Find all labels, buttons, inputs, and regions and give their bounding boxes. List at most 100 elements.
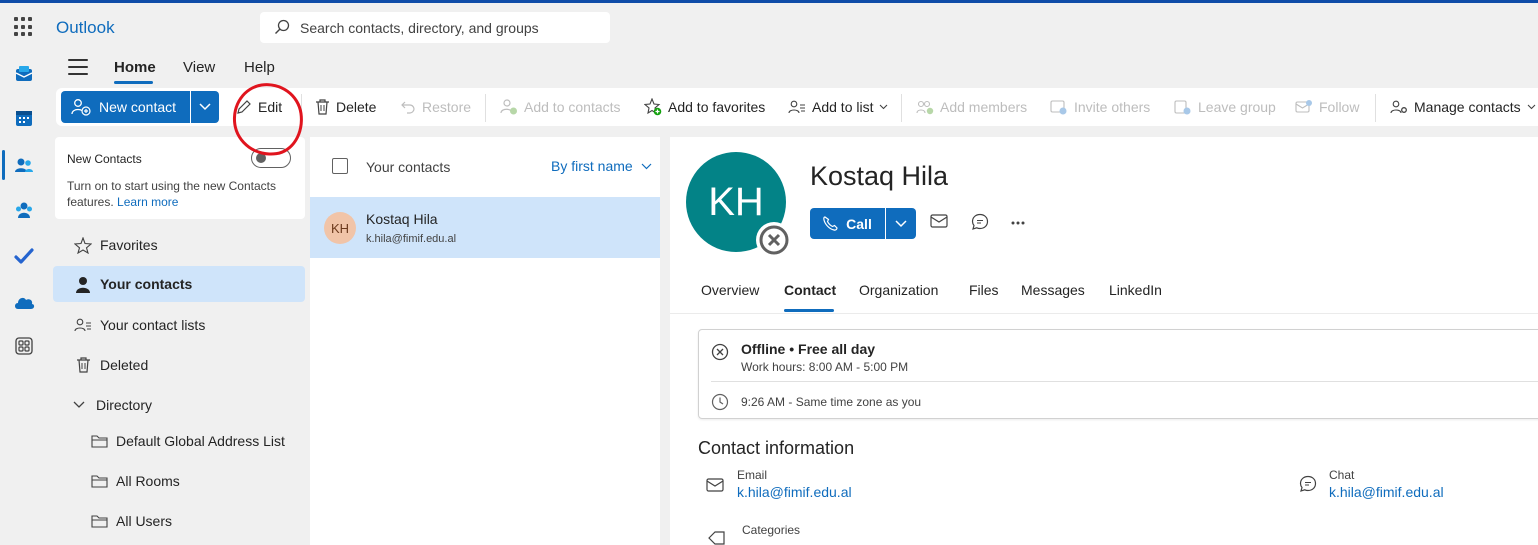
calendar-icon[interactable] [12, 106, 36, 130]
app-name[interactable]: Outlook [56, 18, 115, 38]
mail-icon[interactable] [12, 62, 36, 86]
ribbon-divider [1375, 94, 1376, 122]
invite-others-label: Invite others [1074, 99, 1151, 115]
offline-icon [711, 343, 729, 361]
chat-link[interactable]: k.hila@fimif.edu.al [1329, 484, 1444, 500]
tab-contact[interactable]: Contact [784, 282, 836, 298]
tab-view[interactable]: View [183, 59, 215, 76]
call-dropdown[interactable] [886, 208, 916, 239]
nav-deleted[interactable]: Deleted [53, 347, 305, 383]
follow-button[interactable]: Follow [1295, 97, 1359, 117]
nav-contact-lists[interactable]: Your contact lists [53, 307, 305, 343]
add-members-button[interactable]: Add members [916, 97, 1027, 117]
add-to-contacts-button[interactable]: Add to contacts [500, 97, 621, 117]
chat-label: Chat [1329, 468, 1355, 482]
call-button[interactable]: Call [810, 208, 885, 239]
add-to-contacts-label: Add to contacts [524, 99, 621, 115]
people-list-icon [788, 100, 805, 114]
nav-global-address-list[interactable]: Default Global Address List [53, 423, 305, 459]
tab-home[interactable]: Home [114, 59, 156, 76]
tab-selected-indicator [114, 81, 153, 84]
select-all-checkbox[interactable] [332, 158, 348, 174]
nav-directory[interactable]: Directory [53, 387, 305, 423]
nav-your-contacts[interactable]: Your contacts [53, 266, 305, 302]
local-time: 9:26 AM - Same time zone as you [741, 395, 922, 409]
new-contact-dropdown[interactable] [191, 91, 219, 123]
search-box[interactable] [260, 12, 610, 43]
person-icon [73, 276, 93, 293]
tab-help[interactable]: Help [244, 59, 275, 76]
email-icon [706, 478, 724, 492]
chat-icon[interactable] [971, 213, 989, 231]
delete-button[interactable]: Delete [315, 97, 376, 117]
search-input[interactable] [300, 17, 600, 38]
people-icon[interactable] [12, 153, 36, 177]
manage-contacts-button[interactable]: Manage contacts [1390, 97, 1536, 117]
groups-icon[interactable] [12, 198, 36, 222]
sort-label: By first name [551, 158, 633, 174]
onedrive-icon[interactable] [12, 290, 36, 314]
email-link[interactable]: k.hila@fimif.edu.al [737, 484, 852, 500]
nav-all-rooms[interactable]: All Rooms [53, 463, 305, 499]
trash-icon [316, 99, 329, 115]
nav-global-address-list-label: Default Global Address List [116, 433, 285, 449]
tag-icon [708, 531, 725, 545]
contact-name: Kostaq Hila [366, 211, 438, 227]
tab-linkedin[interactable]: LinkedIn [1109, 282, 1162, 298]
nav-favorites[interactable]: Favorites [53, 227, 305, 263]
chevron-down-icon [199, 103, 211, 111]
clock-icon [711, 393, 729, 411]
people-list-icon [73, 317, 93, 333]
call-label: Call [846, 215, 872, 232]
search-icon [275, 19, 290, 34]
invite-others-button[interactable]: Invite others [1050, 97, 1150, 117]
add-person-icon [500, 99, 517, 115]
more-apps-icon[interactable] [12, 334, 36, 358]
manage-contacts-label: Manage contacts [1414, 99, 1521, 115]
todo-icon[interactable] [12, 244, 36, 268]
nav-all-users[interactable]: All Users [53, 503, 305, 539]
new-contact-label: New contact [99, 99, 177, 115]
delete-label: Delete [336, 99, 377, 115]
sort-dropdown[interactable]: By first name [551, 158, 652, 174]
nav-all-rooms-label: All Rooms [116, 473, 180, 489]
add-to-list-label: Add to list [812, 99, 874, 115]
avatar: KH [324, 212, 356, 244]
tab-messages[interactable]: Messages [1021, 282, 1085, 298]
restore-label: Restore [422, 99, 472, 115]
nav-all-users-label: All Users [116, 513, 173, 529]
add-to-list-button[interactable]: Add to list [788, 97, 888, 117]
folder-icon [89, 514, 109, 528]
card-divider [711, 381, 1538, 382]
tab-files[interactable]: Files [969, 282, 999, 298]
app-launcher-icon[interactable] [14, 17, 34, 37]
contact-email: k.hila@fimif.edu.al [366, 233, 457, 245]
new-contact-button[interactable]: New contact [61, 91, 190, 123]
more-options-icon[interactable] [1011, 221, 1025, 225]
learn-more-link[interactable]: Learn more [117, 195, 178, 209]
work-hours: Work hours: 8:00 AM - 5:00 PM [741, 360, 909, 374]
ribbon-divider [485, 94, 486, 122]
phone-icon [823, 216, 838, 231]
new-contacts-description: Turn on to start using the new Contacts … [67, 178, 297, 210]
mail-icon[interactable] [930, 214, 948, 228]
rail-active-indicator [2, 150, 5, 180]
leave-group-icon [1174, 100, 1191, 115]
chevron-down-icon [1527, 104, 1536, 110]
tab-overview[interactable]: Overview [701, 282, 759, 298]
tab-organization[interactable]: Organization [859, 282, 938, 298]
leave-group-button[interactable]: Leave group [1174, 97, 1276, 117]
list-item[interactable]: KH Kostaq Hila k.hila@fimif.edu.al [310, 197, 660, 258]
add-to-favorites-button[interactable]: Add to favorites [644, 97, 765, 117]
status-text: Offline • Free all day [741, 341, 876, 357]
person-settings-icon [1390, 100, 1407, 114]
contact-list-header: Your contacts [366, 159, 451, 175]
categories-label: Categories [742, 523, 801, 537]
trash-icon [73, 357, 93, 373]
nav-contact-lists-label: Your contact lists [100, 317, 206, 333]
menu-icon[interactable] [68, 59, 88, 75]
top-bar: Outlook [0, 3, 1538, 50]
restore-button[interactable]: Restore [401, 97, 471, 117]
nav-directory-label: Directory [96, 397, 153, 413]
chat-icon [1299, 475, 1317, 492]
